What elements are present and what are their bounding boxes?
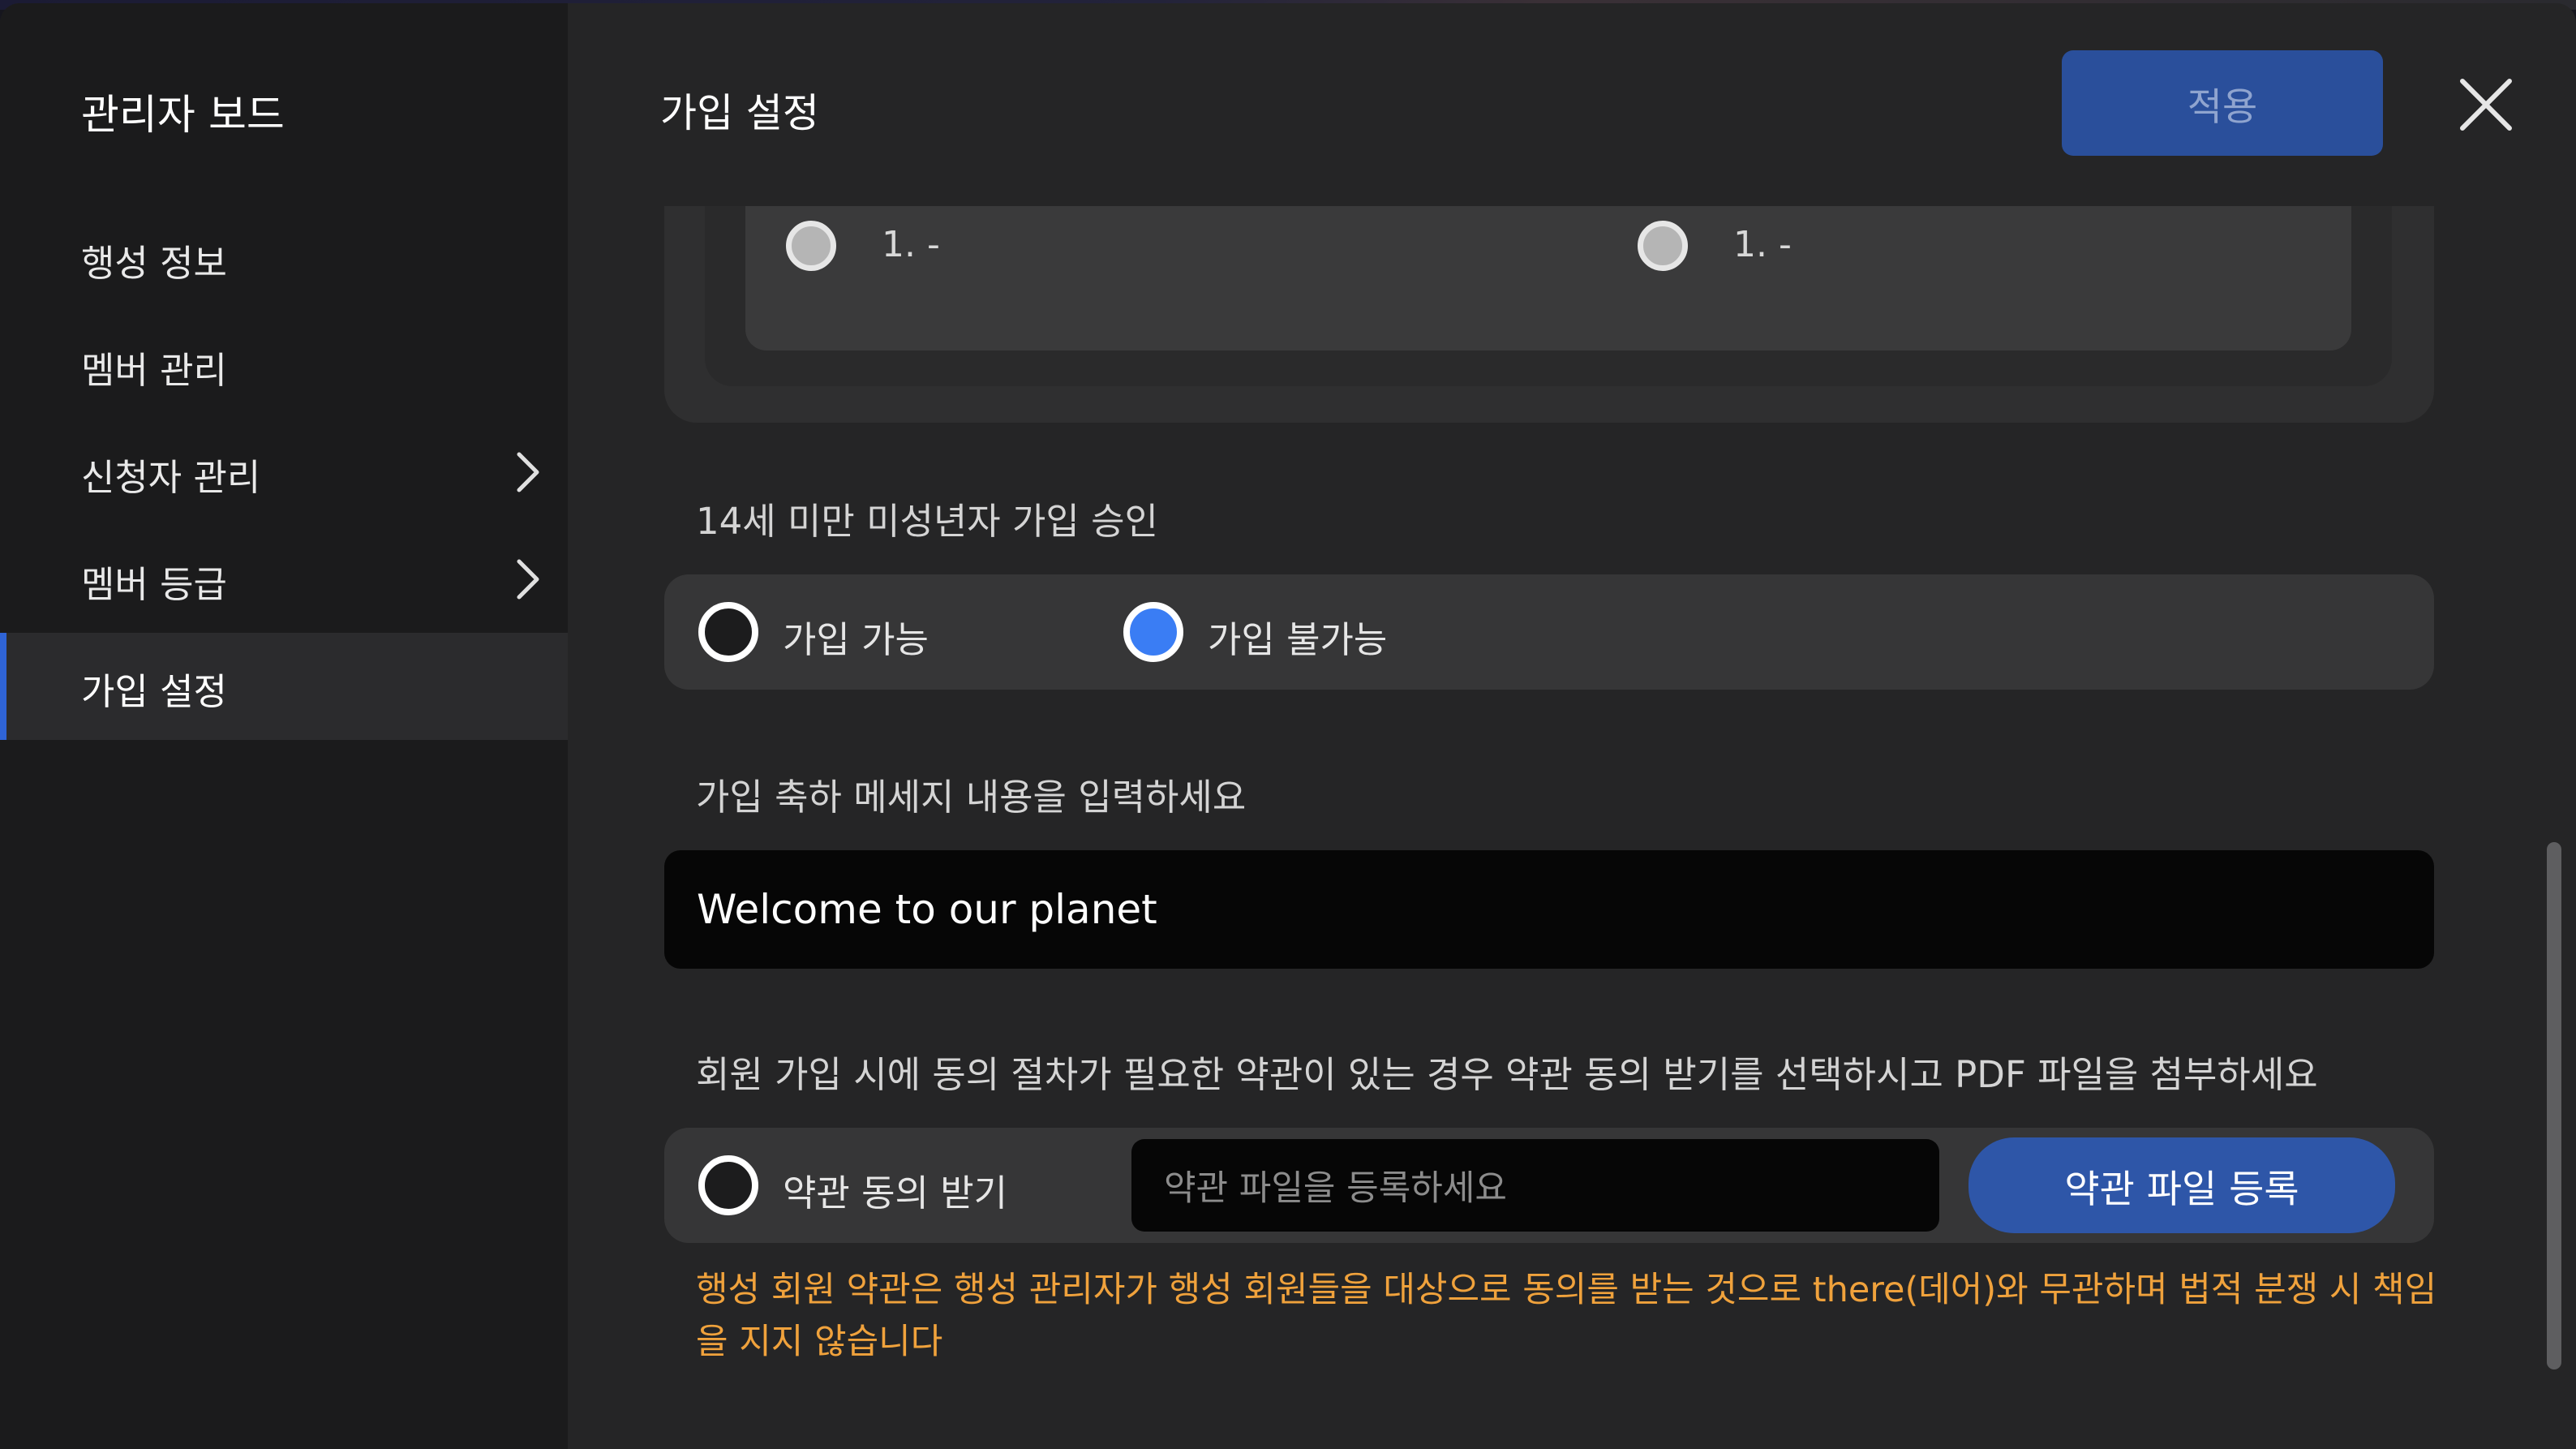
sidebar-item-label: 멤버 관리 — [81, 349, 227, 392]
sidebar-item-join-settings[interactable]: 가입 설정 — [0, 633, 568, 740]
radio-join-allowed[interactable] — [698, 602, 758, 662]
option-label: 1. - — [882, 224, 940, 265]
option-radio[interactable] — [786, 221, 836, 271]
sidebar-item-applicant-management[interactable]: 신청자 관리 — [0, 419, 568, 526]
terms-row: 약관 동의 받기 약관 파일을 등록하세요 약관 파일 등록 — [664, 1128, 2434, 1243]
option-radio[interactable] — [1638, 221, 1688, 271]
sidebar-item-planet-info[interactable]: 행성 정보 — [0, 204, 568, 312]
terms-description: 회원 가입 시에 동의 절차가 필요한 약관이 있는 경우 약관 동의 받기를 … — [696, 1053, 2318, 1096]
welcome-message-input[interactable]: Welcome to our planet — [664, 850, 2434, 969]
minor-approval-label: 14세 미만 미성년자 가입 승인 — [696, 500, 1158, 543]
terms-consent-radio[interactable] — [698, 1155, 758, 1215]
minor-approval-options: 가입 가능 가입 불가능 — [664, 574, 2434, 690]
sidebar-item-label: 신청자 관리 — [81, 456, 261, 499]
close-icon[interactable] — [2458, 76, 2514, 133]
chevron-right-icon — [517, 559, 539, 600]
welcome-message-label: 가입 축하 메세지 내용을 입력하세요 — [696, 776, 1247, 819]
terms-warning-text: 행성 회원 약관은 행성 관리자가 행성 회원들을 대상으로 동의를 받는 것으… — [696, 1270, 2437, 1362]
sidebar-item-member-grade[interactable]: 멤버 등급 — [0, 526, 568, 633]
option-panel: 1. - 1. - — [664, 206, 2434, 423]
terms-consent-label: 약관 동의 받기 — [783, 1172, 1008, 1215]
settings-content: 1. - 1. - 14세 미만 미성년자 가입 승인 가입 가능 가입 불가능… — [568, 206, 2506, 1449]
sidebar-title: 관리자 보드 — [81, 92, 285, 140]
sidebar-item-member-management[interactable]: 멤버 관리 — [0, 312, 568, 419]
terms-file-input[interactable]: 약관 파일을 등록하세요 — [1131, 1139, 1939, 1232]
radio-join-allowed-label: 가입 가능 — [783, 618, 929, 661]
option-label: 1. - — [1733, 224, 1792, 265]
option-row: 1. - 1. - — [745, 206, 2351, 350]
apply-button[interactable]: 적용 — [2062, 50, 2383, 156]
register-terms-file-button[interactable]: 약관 파일 등록 — [1968, 1137, 2395, 1233]
sidebar: 관리자 보드 행성 정보 멤버 관리 신청자 관리 멤버 등급 가입 설정 — [0, 3, 568, 1449]
page-title: 가입 설정 — [660, 90, 819, 136]
admin-dialog: 관리자 보드 행성 정보 멤버 관리 신청자 관리 멤버 등급 가입 설정 가입… — [0, 3, 2576, 1449]
sidebar-item-label: 행성 정보 — [81, 242, 227, 285]
chevron-right-icon — [517, 452, 539, 492]
radio-join-disallowed-label: 가입 불가능 — [1208, 618, 1388, 661]
radio-join-disallowed[interactable] — [1123, 602, 1183, 662]
sidebar-item-label: 가입 설정 — [81, 670, 227, 713]
sidebar-item-label: 멤버 등급 — [81, 563, 227, 606]
option-panel-inner: 1. - 1. - — [705, 206, 2392, 386]
scrollbar[interactable] — [2547, 842, 2561, 1369]
